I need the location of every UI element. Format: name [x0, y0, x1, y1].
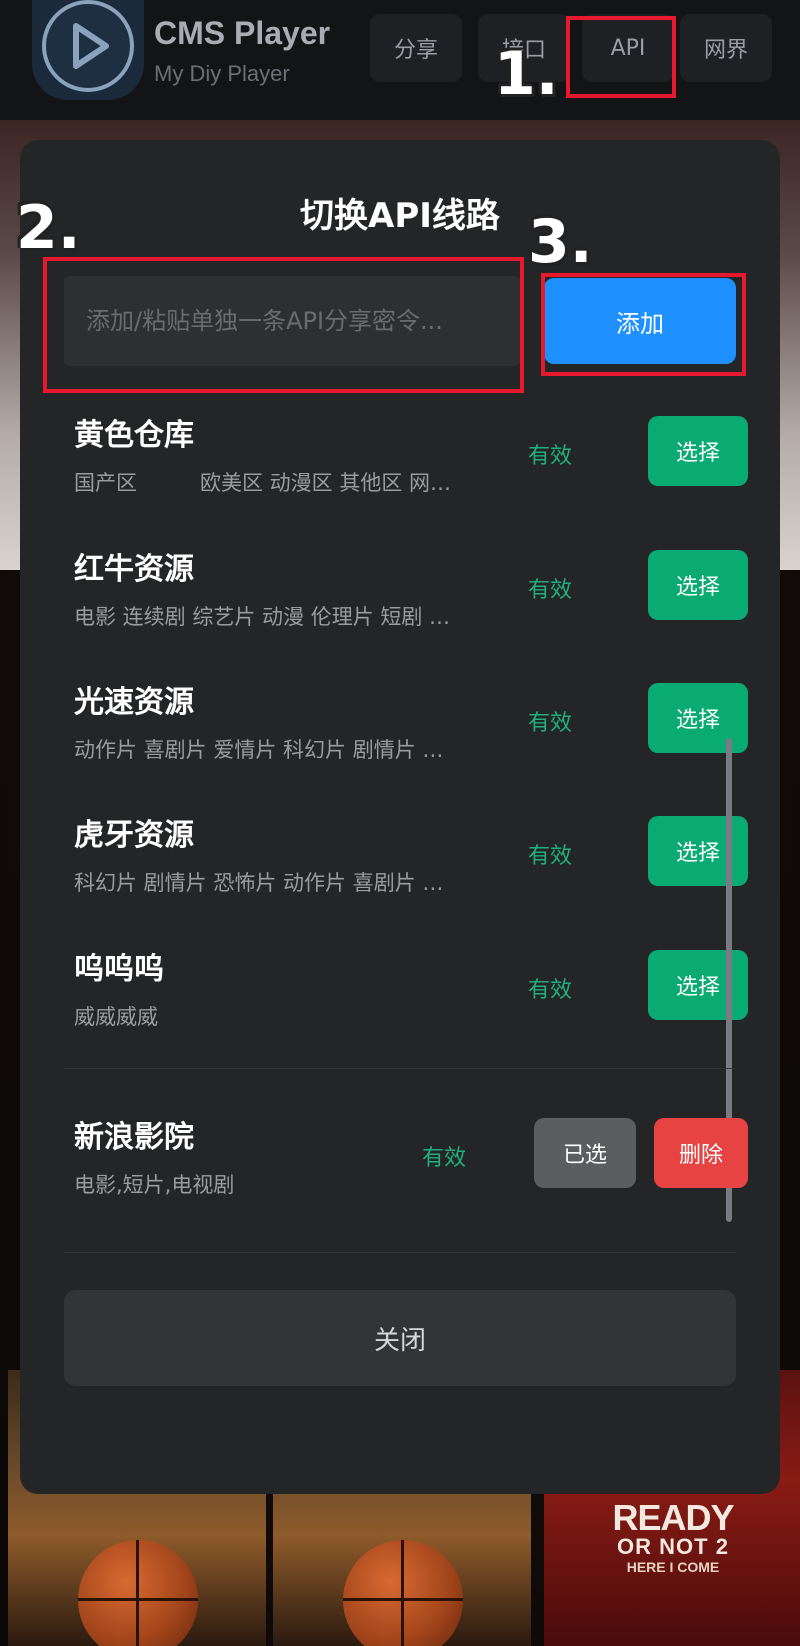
- source-name: 虎牙资源: [74, 818, 194, 853]
- close-dialog-button[interactable]: 关闭: [64, 1290, 736, 1386]
- source-name: 光速资源: [74, 685, 194, 720]
- divider: [64, 1252, 736, 1253]
- source-name: 新浪影院: [74, 1120, 194, 1155]
- basketball-image: [78, 1540, 198, 1646]
- select-source-button[interactable]: 选择: [648, 683, 748, 753]
- source-status: 有效: [422, 1146, 467, 1171]
- select-source-button[interactable]: 选择: [648, 416, 748, 486]
- network-button[interactable]: 网界: [680, 14, 772, 82]
- select-source-button[interactable]: 选择: [648, 550, 748, 620]
- source-status: 有效: [528, 978, 573, 1003]
- delete-source-button[interactable]: 删除: [654, 1118, 748, 1188]
- app-header: CMS Player My Diy Player 分享 接口 API 网界: [0, 0, 800, 120]
- source-categories: 国产区 欧美区 动漫区 其他区 网…: [74, 471, 452, 495]
- poster-title: READY OR NOT 2 HERE I COME: [544, 1500, 800, 1576]
- annotation-step-number: 1.: [494, 39, 559, 109]
- selected-source-button[interactable]: 已选: [534, 1118, 636, 1188]
- source-status: 有效: [528, 711, 573, 736]
- poster-title-line: OR NOT 2: [617, 1534, 729, 1559]
- annotation-step-number: 2.: [16, 193, 81, 263]
- source-status: 有效: [528, 444, 573, 469]
- source-status: 有效: [528, 844, 573, 869]
- annotation-step-number: 3.: [528, 207, 593, 277]
- app-subtitle: My Diy Player: [154, 61, 290, 86]
- poster-title-line: READY: [612, 1497, 734, 1538]
- select-source-button[interactable]: 选择: [648, 816, 748, 886]
- source-status: 有效: [528, 578, 573, 603]
- play-icon: [42, 0, 134, 92]
- select-source-button[interactable]: 选择: [648, 950, 748, 1020]
- api-source-item: 黄色仓库 国产区 欧美区 动漫区 其他区 网… 有效 选择: [74, 416, 754, 526]
- poster-title-line: HERE I COME: [626, 1559, 720, 1575]
- current-source-item: 新浪影院 电影,短片,电视剧 有效 已选 删除: [74, 1118, 754, 1228]
- basketball-image: [343, 1540, 463, 1646]
- source-categories: 威威威威: [74, 1005, 158, 1029]
- app-screen: READY OR NOT 2 HERE I COME CMS Player My…: [0, 0, 800, 1646]
- api-source-item: 呜呜呜 威威威威 有效 选择: [74, 950, 754, 1060]
- annotation-highlight-api: [566, 16, 676, 98]
- annotation-highlight-input: [43, 257, 524, 393]
- source-name: 黄色仓库: [74, 418, 194, 453]
- source-categories: 动作片 喜剧片 爱情片 科幻片 剧情片 …: [74, 738, 444, 762]
- api-source-item: 红牛资源 电影 连续剧 综艺片 动漫 伦理片 短剧 … 有效 选择: [74, 550, 754, 660]
- source-categories: 电影 连续剧 综艺片 动漫 伦理片 短剧 …: [74, 605, 451, 629]
- app-title: CMS Player: [154, 15, 331, 51]
- share-button[interactable]: 分享: [370, 14, 462, 82]
- api-source-item: 光速资源 动作片 喜剧片 爱情片 科幻片 剧情片 … 有效 选择: [74, 683, 754, 793]
- source-categories: 电影,短片,电视剧: [74, 1173, 235, 1197]
- source-categories: 科幻片 剧情片 恐怖片 动作片 喜剧片 …: [74, 871, 444, 895]
- annotation-highlight-add: [541, 273, 746, 376]
- divider: [64, 1068, 736, 1069]
- app-logo[interactable]: [32, 0, 144, 100]
- api-source-item: 虎牙资源 科幻片 剧情片 恐怖片 动作片 喜剧片 … 有效 选择: [74, 816, 754, 926]
- dialog-title: 切换API线路: [300, 196, 500, 236]
- source-name: 红牛资源: [74, 552, 194, 587]
- source-name: 呜呜呜: [74, 952, 164, 987]
